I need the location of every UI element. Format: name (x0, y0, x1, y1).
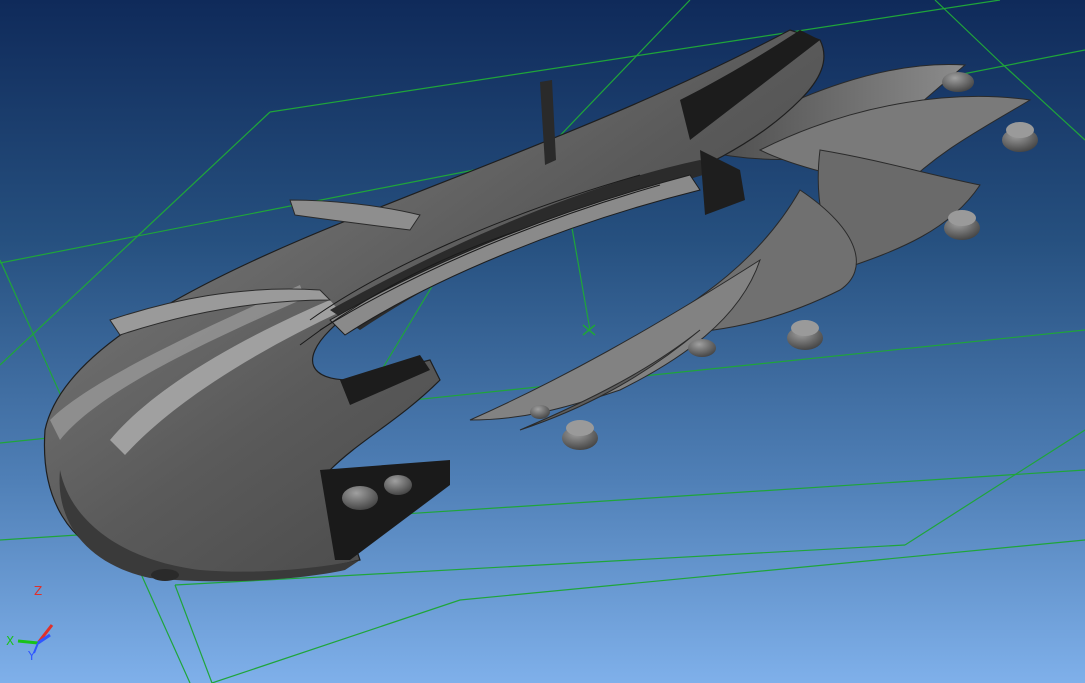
x-axis-label: X (6, 634, 14, 648)
y-axis-label: Y (27, 649, 36, 661)
axis-triad: Z X Y (6, 584, 54, 661)
x-axis (17, 639, 39, 645)
3d-viewport[interactable]: Z X Y (0, 0, 1085, 683)
model-scene (0, 0, 1085, 683)
z-axis-label: Z (34, 584, 42, 598)
